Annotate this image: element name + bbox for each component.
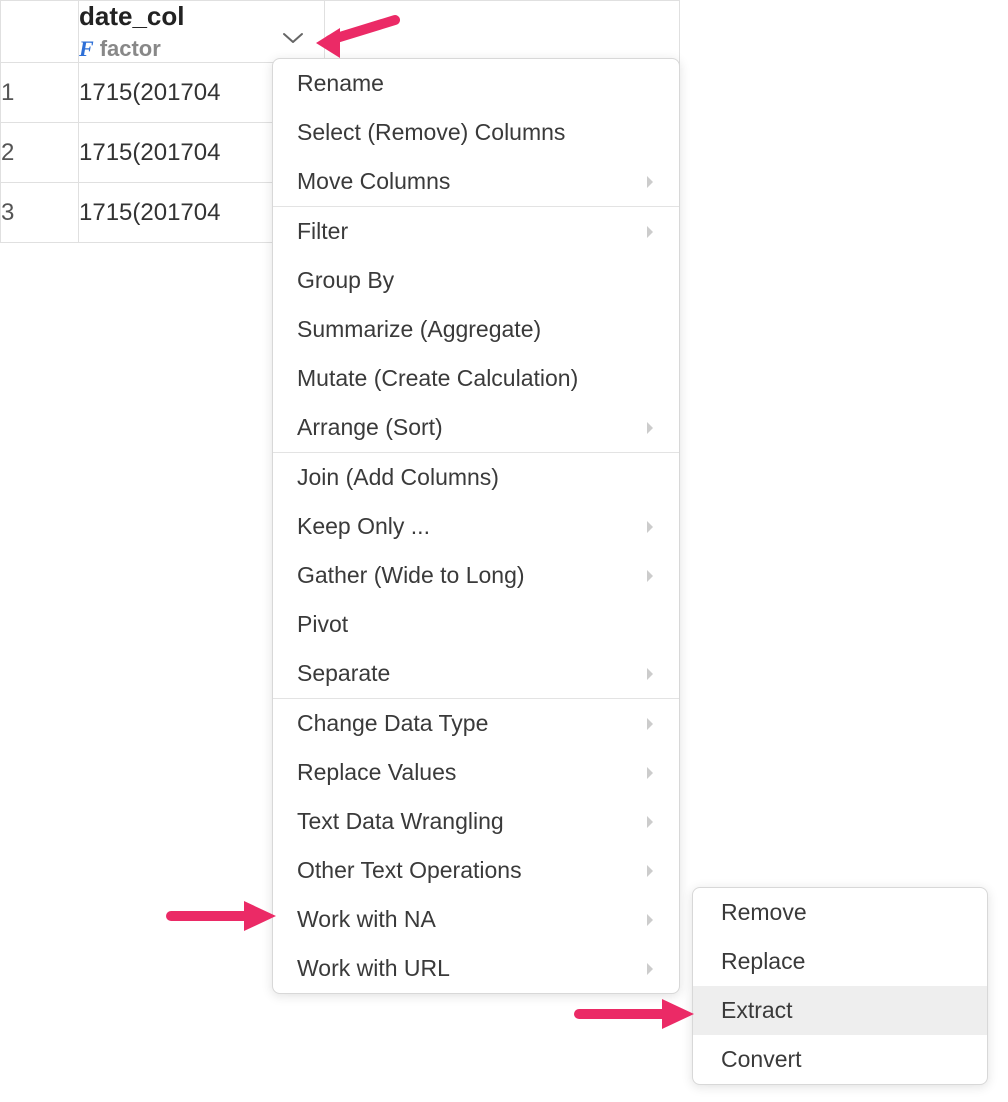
chevron-right-icon <box>645 863 655 879</box>
column-context-menu: Rename Select (Remove) Columns Move Colu… <box>272 58 680 994</box>
menu-item-keep-only[interactable]: Keep Only ... <box>273 502 679 551</box>
menu-item-label: Arrange (Sort) <box>297 414 443 441</box>
chevron-right-icon <box>645 765 655 781</box>
row-number: 1 <box>1 63 79 123</box>
menu-item-label: Gather (Wide to Long) <box>297 562 525 589</box>
chevron-right-icon <box>645 912 655 928</box>
chevron-right-icon <box>645 666 655 682</box>
menu-item-work-with-na[interactable]: Work with NA <box>273 895 679 944</box>
row-number: 2 <box>1 123 79 183</box>
text-wrangling-submenu: Remove Replace Extract Convert <box>692 887 988 1085</box>
menu-item-label: Rename <box>297 70 384 97</box>
menu-item-rename[interactable]: Rename <box>273 59 679 108</box>
menu-item-label: Remove <box>721 899 807 926</box>
row-number: 3 <box>1 183 79 243</box>
annotation-arrow-icon <box>574 993 699 1040</box>
menu-item-label: Summarize (Aggregate) <box>297 316 541 343</box>
menu-item-arrange[interactable]: Arrange (Sort) <box>273 403 679 452</box>
chevron-right-icon <box>645 420 655 436</box>
menu-item-label: Filter <box>297 218 348 245</box>
menu-item-join[interactable]: Join (Add Columns) <box>273 453 679 502</box>
menu-item-label: Select (Remove) Columns <box>297 119 565 146</box>
menu-item-label: Change Data Type <box>297 710 488 737</box>
menu-item-summarize[interactable]: Summarize (Aggregate) <box>273 305 679 354</box>
menu-item-move-columns[interactable]: Move Columns <box>273 157 679 206</box>
menu-item-separate[interactable]: Separate <box>273 649 679 698</box>
menu-item-label: Mutate (Create Calculation) <box>297 365 578 392</box>
menu-item-change-data-type[interactable]: Change Data Type <box>273 699 679 748</box>
chevron-right-icon <box>645 814 655 830</box>
submenu-item-convert[interactable]: Convert <box>693 1035 987 1084</box>
submenu-item-remove[interactable]: Remove <box>693 888 987 937</box>
menu-item-replace-values[interactable]: Replace Values <box>273 748 679 797</box>
menu-item-label: Keep Only ... <box>297 513 430 540</box>
menu-item-mutate[interactable]: Mutate (Create Calculation) <box>273 354 679 403</box>
menu-item-label: Extract <box>721 997 793 1024</box>
menu-item-label: Work with NA <box>297 906 436 933</box>
menu-item-group-by[interactable]: Group By <box>273 256 679 305</box>
menu-item-select-columns[interactable]: Select (Remove) Columns <box>273 108 679 157</box>
annotation-arrow-icon <box>166 895 281 942</box>
chevron-right-icon <box>645 174 655 190</box>
menu-item-label: Move Columns <box>297 168 450 195</box>
chevron-down-icon[interactable] <box>282 31 304 45</box>
chevron-right-icon <box>645 568 655 584</box>
chevron-right-icon <box>645 961 655 977</box>
chevron-right-icon <box>645 224 655 240</box>
column-header[interactable]: date_col F factor <box>79 1 325 63</box>
factor-type-icon: F <box>79 38 94 60</box>
menu-item-filter[interactable]: Filter <box>273 207 679 256</box>
submenu-item-extract[interactable]: Extract <box>693 986 987 1035</box>
menu-item-label: Replace <box>721 948 805 975</box>
menu-item-label: Work with URL <box>297 955 450 982</box>
column-type-label: factor <box>100 36 161 62</box>
remaining-header-space <box>325 1 680 63</box>
menu-item-text-data-wrangling[interactable]: Text Data Wrangling <box>273 797 679 846</box>
menu-item-label: Pivot <box>297 611 348 638</box>
menu-item-label: Group By <box>297 267 394 294</box>
menu-item-gather[interactable]: Gather (Wide to Long) <box>273 551 679 600</box>
submenu-item-replace[interactable]: Replace <box>693 937 987 986</box>
chevron-right-icon <box>645 519 655 535</box>
chevron-right-icon <box>645 716 655 732</box>
menu-item-label: Convert <box>721 1046 802 1073</box>
menu-item-label: Replace Values <box>297 759 456 786</box>
menu-item-label: Other Text Operations <box>297 857 522 884</box>
row-number-header <box>1 1 79 63</box>
column-name: date_col <box>79 1 324 32</box>
menu-item-pivot[interactable]: Pivot <box>273 600 679 649</box>
menu-item-label: Separate <box>297 660 390 687</box>
menu-item-label: Join (Add Columns) <box>297 464 499 491</box>
menu-item-label: Text Data Wrangling <box>297 808 504 835</box>
menu-item-work-with-url[interactable]: Work with URL <box>273 944 679 993</box>
menu-item-other-text-operations[interactable]: Other Text Operations <box>273 846 679 895</box>
